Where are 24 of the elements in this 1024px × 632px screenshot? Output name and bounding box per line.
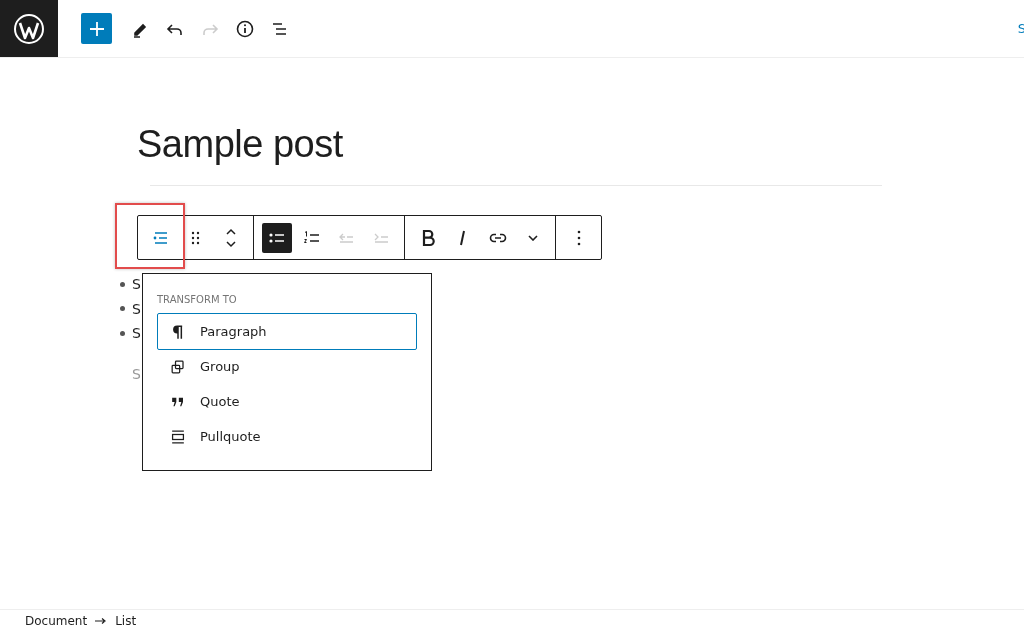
list-item-text[interactable]: S	[132, 300, 141, 317]
arrow-icon	[95, 617, 108, 625]
outdent-icon	[339, 232, 354, 243]
options-icon	[576, 229, 581, 246]
breadcrumb-link[interactable]: List	[115, 614, 137, 628]
bullet-dot	[120, 281, 125, 287]
bulleted-list-button[interactable]	[261, 222, 292, 253]
bullet-dot	[120, 330, 125, 336]
add-button[interactable]	[81, 13, 112, 44]
menu-item[interactable]: Paragraph	[157, 313, 417, 350]
post-title[interactable]: Sample post	[137, 120, 1024, 168]
menu-heading: TRANSFORM TO	[157, 294, 237, 305]
chevron-down-icon	[527, 234, 538, 241]
list-item-text[interactable]: S	[132, 325, 141, 342]
wordpress-logo[interactable]	[0, 0, 58, 57]
menu-item[interactable]: Quote	[157, 383, 417, 420]
breadcrumb-link[interactable]: Document	[25, 614, 88, 628]
italic-icon	[460, 229, 465, 246]
bullet-dot	[120, 306, 125, 312]
menu-item[interactable]: Pullquote	[157, 418, 417, 455]
menu-item[interactable]: Group	[157, 348, 417, 385]
indent-icon	[374, 232, 389, 243]
list-item-text[interactable]: S	[132, 276, 141, 293]
highlight-frame	[115, 203, 185, 269]
